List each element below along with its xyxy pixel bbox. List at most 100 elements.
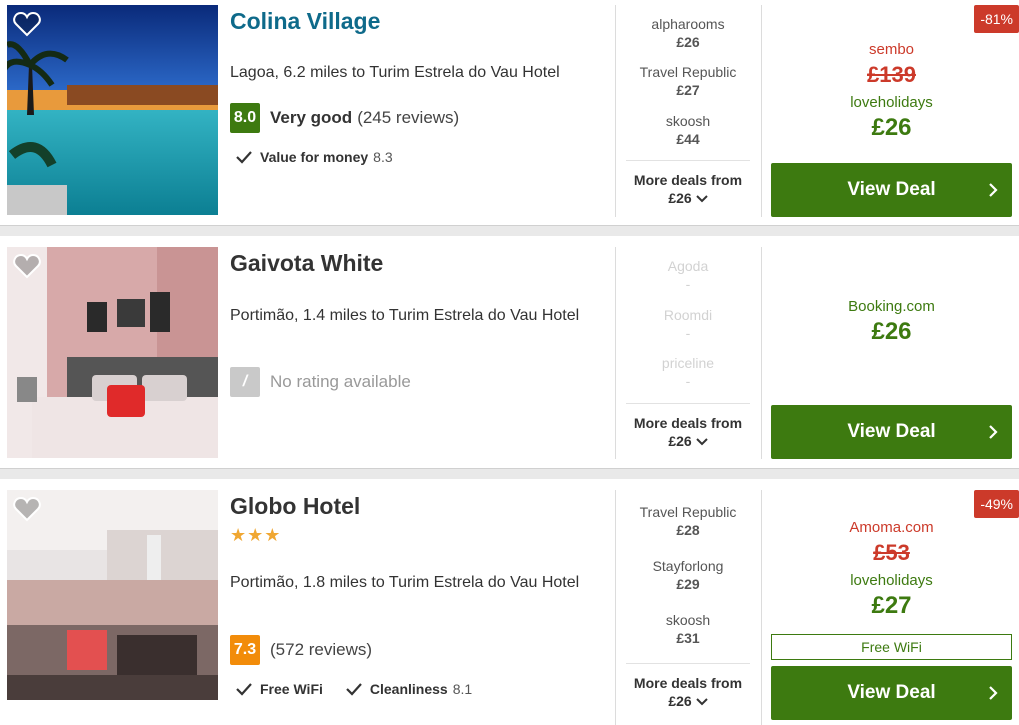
hotel-card: Colina Village Lagoa, 6.2 miles to Turim…: [0, 0, 1019, 226]
best-provider: loveholidays: [850, 572, 933, 589]
view-deal-label: View Deal: [847, 421, 936, 442]
deal-price: -: [685, 373, 691, 389]
more-deals-toggle[interactable]: More deals from £26: [626, 160, 750, 207]
deal-price: -: [685, 325, 691, 341]
rating-score-badge: /: [230, 367, 260, 397]
amenity-item: Value for money 8.3: [236, 149, 393, 165]
best-provider: loveholidays: [850, 94, 933, 111]
hotel-name[interactable]: Gaivota White: [230, 250, 383, 277]
deal-price: £27: [676, 82, 700, 98]
hotel-rating: / No rating available: [230, 367, 411, 397]
chevron-right-icon: [989, 425, 998, 439]
checkmark-icon: [346, 683, 362, 696]
more-deals-label: More deals from: [633, 675, 743, 691]
original-provider: sembo: [868, 41, 915, 58]
chevron-right-icon: [989, 183, 998, 197]
view-deal-label: View Deal: [847, 682, 936, 703]
checkmark-icon: [236, 683, 252, 696]
column-divider: [761, 490, 762, 725]
more-deals-price: £26: [668, 190, 692, 206]
hotel-card: Globo Hotel ★★★ Portimão, 1.8 miles to T…: [0, 479, 1019, 725]
rating-score-badge: 8.0: [230, 103, 260, 133]
column-divider: [615, 247, 616, 459]
best-deal: Amoma.com £53 loveholidays £27: [771, 519, 1012, 620]
hotel-name[interactable]: Globo Hotel: [230, 493, 360, 520]
best-price: £26: [871, 114, 912, 141]
deal-provider: Stayforlong: [652, 558, 724, 574]
deal-price: £44: [676, 131, 700, 147]
discount-badge: -81%: [974, 5, 1019, 33]
checkmark-icon: [236, 151, 252, 164]
favorite-heart-icon[interactable]: [13, 496, 41, 522]
rating-label: Very good: [270, 108, 353, 127]
deal-option[interactable]: Travel Republic £27: [626, 64, 750, 98]
best-deal: Booking.com £26: [771, 298, 1012, 346]
more-deals-price: £26: [668, 433, 692, 449]
chevron-down-icon: [695, 195, 708, 203]
more-deals-label: More deals from: [633, 415, 743, 431]
hotel-card: Gaivota White Portimão, 1.4 miles to Tur…: [0, 236, 1019, 469]
hotel-photo[interactable]: [7, 490, 218, 700]
deal-option[interactable]: Stayforlong £29: [626, 558, 750, 592]
deal-provider: skoosh: [665, 113, 711, 129]
deal-option: Agoda -: [626, 258, 750, 292]
deal-provider: Roomdi: [663, 307, 713, 323]
view-deal-button[interactable]: View Deal: [771, 163, 1012, 217]
column-divider: [615, 5, 616, 217]
deal-provider: Agoda: [667, 258, 709, 274]
view-deal-button[interactable]: View Deal: [771, 666, 1012, 720]
favorite-heart-icon[interactable]: [13, 11, 41, 37]
column-divider: [761, 247, 762, 459]
view-deal-label: View Deal: [847, 179, 936, 200]
deal-option: Roomdi -: [626, 307, 750, 341]
more-deals-toggle[interactable]: More deals from £26: [626, 403, 750, 450]
amenity-item: Cleanliness 8.1: [346, 681, 472, 697]
amenity-label: Free WiFi: [260, 681, 323, 697]
amenity-list: Free WiFi Cleanliness 8.1: [236, 681, 490, 697]
hotel-photo[interactable]: [7, 247, 218, 458]
hotel-photo[interactable]: [7, 5, 218, 215]
hotel-rating: 7.3 (572 reviews): [230, 635, 372, 665]
best-price: £27: [871, 592, 912, 619]
amenity-label: Cleanliness: [369, 681, 448, 697]
original-price: £139: [867, 62, 916, 87]
original-provider: Amoma.com: [849, 519, 934, 536]
deal-option[interactable]: skoosh £44: [626, 113, 750, 147]
original-price: £53: [873, 540, 910, 565]
best-price: £26: [871, 318, 912, 345]
deal-price: -: [685, 276, 691, 292]
deal-price: £28: [676, 522, 700, 538]
amenity-label: Value for money: [260, 149, 369, 165]
column-divider: [761, 5, 762, 217]
amenity-value: 8.1: [452, 681, 473, 697]
hotel-location: Lagoa, 6.2 miles to Turim Estrela do Vau…: [230, 64, 560, 81]
hotel-name[interactable]: Colina Village: [230, 8, 380, 35]
amenity-value: 8.3: [373, 149, 393, 165]
chevron-down-icon: [695, 438, 708, 446]
chevron-right-icon: [989, 686, 998, 700]
best-provider: Booking.com: [848, 298, 935, 315]
free-wifi-perk: Free WiFi: [771, 634, 1012, 660]
more-deals-label: More deals from: [633, 172, 743, 188]
deal-option[interactable]: skoosh £31: [626, 612, 750, 646]
discount-badge: -49%: [974, 490, 1019, 518]
deal-price: £29: [676, 576, 700, 592]
deal-provider: Travel Republic: [639, 64, 737, 80]
deal-provider: Travel Republic: [639, 504, 737, 520]
deal-option[interactable]: alpharooms £26: [626, 16, 750, 50]
deal-price: £26: [676, 34, 700, 50]
hotel-location: Portimão, 1.8 miles to Turim Estrela do …: [230, 574, 580, 591]
rating-score-badge: 7.3: [230, 635, 260, 665]
amenity-list: Value for money 8.3: [236, 149, 411, 165]
more-deals-toggle[interactable]: More deals from £26: [626, 663, 750, 710]
review-count[interactable]: (572 reviews): [270, 640, 372, 660]
deal-option[interactable]: Travel Republic £28: [626, 504, 750, 538]
no-rating-label: No rating available: [270, 372, 411, 391]
hotel-location: Portimão, 1.4 miles to Turim Estrela do …: [230, 307, 580, 324]
favorite-heart-icon[interactable]: [13, 253, 41, 279]
review-count[interactable]: (245 reviews): [357, 108, 459, 128]
view-deal-button[interactable]: View Deal: [771, 405, 1012, 459]
deal-option: priceline -: [626, 355, 750, 389]
amenity-item: Free WiFi: [236, 681, 328, 697]
column-divider: [615, 490, 616, 725]
